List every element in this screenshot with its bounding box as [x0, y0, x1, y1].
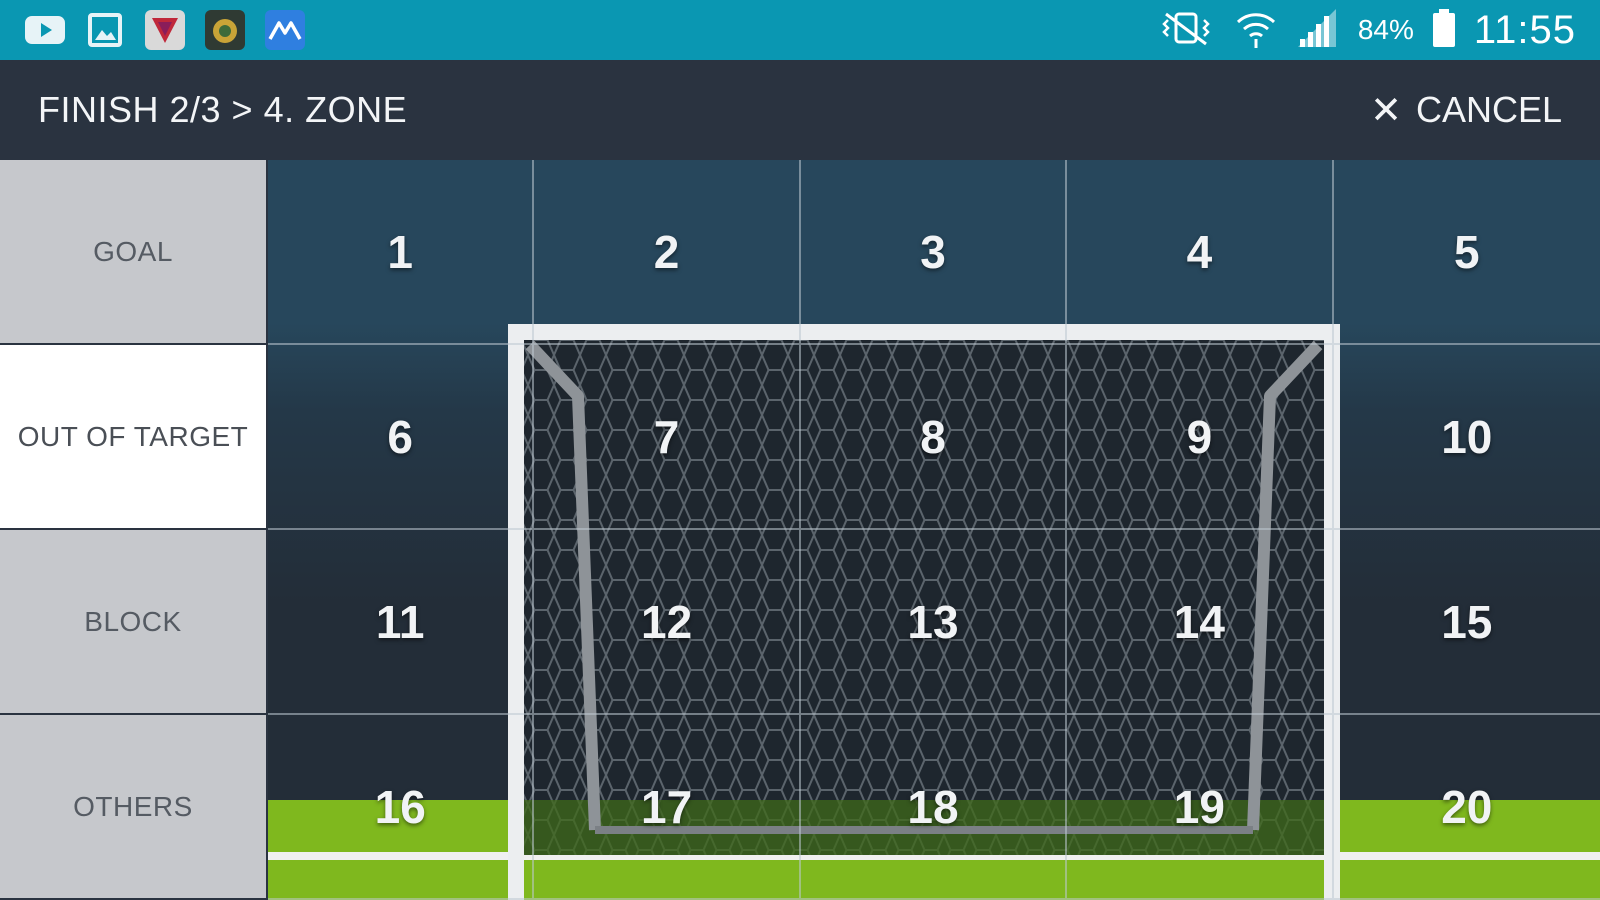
close-icon: ✕	[1370, 89, 1402, 132]
zone-2[interactable]: 2	[534, 160, 801, 345]
zone-field: 1 2 3 4 5 6 7 8 9 10 11 12 13 14 15 16 1…	[268, 160, 1600, 900]
zone-19[interactable]: 19	[1067, 715, 1334, 900]
cancel-button[interactable]: ✕ CANCEL	[1370, 88, 1562, 133]
zone-13[interactable]: 13	[800, 530, 1068, 715]
zone-grid: 1 2 3 4 5 6 7 8 9 10 11 12 13 14 15 16 1…	[268, 160, 1600, 900]
shield-app-icon	[144, 9, 186, 51]
others-button[interactable]: OTHERS	[0, 715, 268, 900]
cancel-label: CANCEL	[1415, 89, 1562, 130]
gallery-icon	[84, 9, 126, 51]
notification-icons	[24, 9, 306, 51]
zone-12[interactable]: 12	[534, 530, 801, 715]
goal-button[interactable]: GOAL	[0, 160, 268, 345]
result-label: OUT OF TARGET	[17, 420, 249, 452]
result-label: OTHERS	[73, 790, 193, 822]
result-label: BLOCK	[84, 605, 182, 637]
result-label: GOAL	[93, 235, 173, 267]
system-status: 84% 11:55	[1156, 6, 1576, 55]
zone-20[interactable]: 20	[1333, 715, 1600, 900]
battery-icon	[1432, 8, 1456, 53]
out-of-target-button[interactable]: OUT OF TARGET	[0, 345, 268, 530]
mountain-app-icon	[264, 9, 306, 51]
zone-14[interactable]: 14	[1067, 530, 1334, 715]
battery-percentage: 84%	[1357, 14, 1414, 45]
block-button[interactable]: BLOCK	[0, 530, 268, 715]
clock: 11:55	[1473, 7, 1576, 52]
zone-3[interactable]: 3	[800, 160, 1068, 345]
header: FINISH 2/3 > 4. ZONE ✕ CANCEL	[0, 60, 1600, 160]
signal-icon	[1296, 7, 1340, 54]
breadcrumb: FINISH 2/3 > 4. ZONE	[38, 89, 408, 130]
zone-15[interactable]: 15	[1333, 530, 1600, 715]
status-bar: 84% 11:55	[0, 0, 1600, 60]
zone-9[interactable]: 9	[1067, 345, 1334, 530]
badge-app-icon	[204, 9, 246, 51]
zone-11[interactable]: 11	[268, 530, 535, 715]
zone-6[interactable]: 6	[268, 345, 535, 530]
zone-18[interactable]: 18	[800, 715, 1068, 900]
zone-7[interactable]: 7	[534, 345, 801, 530]
zone-17[interactable]: 17	[534, 715, 801, 900]
vibrate-mute-icon	[1156, 10, 1216, 51]
wifi-icon	[1234, 6, 1278, 55]
zone-4[interactable]: 4	[1067, 160, 1334, 345]
zone-16[interactable]: 16	[268, 715, 535, 900]
result-options: GOAL OUT OF TARGET BLOCK OTHERS	[0, 160, 268, 900]
youtube-icon	[24, 9, 66, 51]
zone-1[interactable]: 1	[268, 160, 535, 345]
zone-8[interactable]: 8	[800, 345, 1068, 530]
zone-5[interactable]: 5	[1333, 160, 1600, 345]
zone-10[interactable]: 10	[1333, 345, 1600, 530]
